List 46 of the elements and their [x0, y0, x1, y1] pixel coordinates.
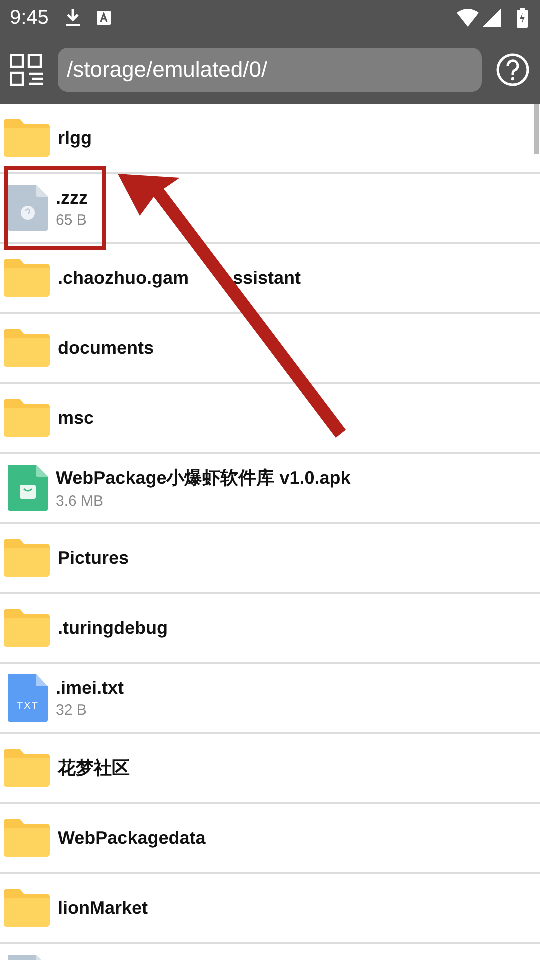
unknown-file-icon [8, 185, 48, 231]
file-name: WebPackagedata [58, 828, 206, 848]
folder-icon [4, 399, 50, 437]
download-icon [64, 9, 81, 27]
file-name: Pictures [58, 548, 130, 568]
clock: 9:45 [10, 6, 49, 30]
file-name: msc [58, 408, 94, 428]
folder-icon [4, 609, 50, 647]
file-row[interactable]: WebPackage小爆虾软件库 v1.0.apk 3.6 MB [0, 454, 540, 524]
file-name: WebPackage小爆虾软件库 v1.0.apk [56, 467, 351, 490]
file-row[interactable]: TXT .imei.txt 32 B [0, 664, 540, 734]
folder-icon [4, 329, 50, 367]
file-name: ssistant [233, 268, 302, 288]
battery-icon [517, 8, 528, 28]
help-icon[interactable] [496, 53, 530, 87]
file-size: 65 B [56, 212, 88, 228]
file-name: .chaozhuo.gam [58, 268, 190, 288]
folder-icon [4, 539, 50, 577]
file-name: .zzz [56, 188, 88, 208]
file-name: rlgg [58, 128, 92, 148]
file-name: 花梦社区 [58, 757, 130, 780]
file-size: 32 B [56, 702, 88, 718]
file-name: lionMarket [58, 898, 148, 918]
file-row[interactable]: .turingdebug [0, 594, 540, 664]
path-field[interactable]: /storage/emulated/0/ [58, 48, 482, 92]
apk-file-icon [8, 465, 48, 511]
folder-icon [4, 259, 50, 297]
file-row[interactable]: rlgg [0, 104, 540, 174]
wifi-icon [457, 9, 479, 27]
text-file-icon: TXT [8, 674, 48, 722]
signal-icon [483, 9, 501, 27]
file-name: .turingdebug [58, 618, 168, 638]
folder-icon [4, 819, 50, 857]
folder-icon [4, 119, 50, 157]
notification-icon [96, 11, 111, 25]
grid-list-icon[interactable] [10, 54, 44, 86]
file-row[interactable]: lionMarket [0, 874, 540, 944]
file-row[interactable]: WebPackagedata [0, 804, 540, 874]
file-name: documents [58, 338, 154, 358]
file-name: .imei.txt [56, 678, 124, 698]
file-row[interactable]: Pictures [0, 524, 540, 594]
folder-icon [4, 749, 50, 787]
file-size: 3.6 MB [56, 493, 105, 510]
file-row[interactable]: 花梦社区 [0, 734, 540, 804]
folder-icon [4, 889, 50, 927]
scrollbar [534, 104, 539, 154]
